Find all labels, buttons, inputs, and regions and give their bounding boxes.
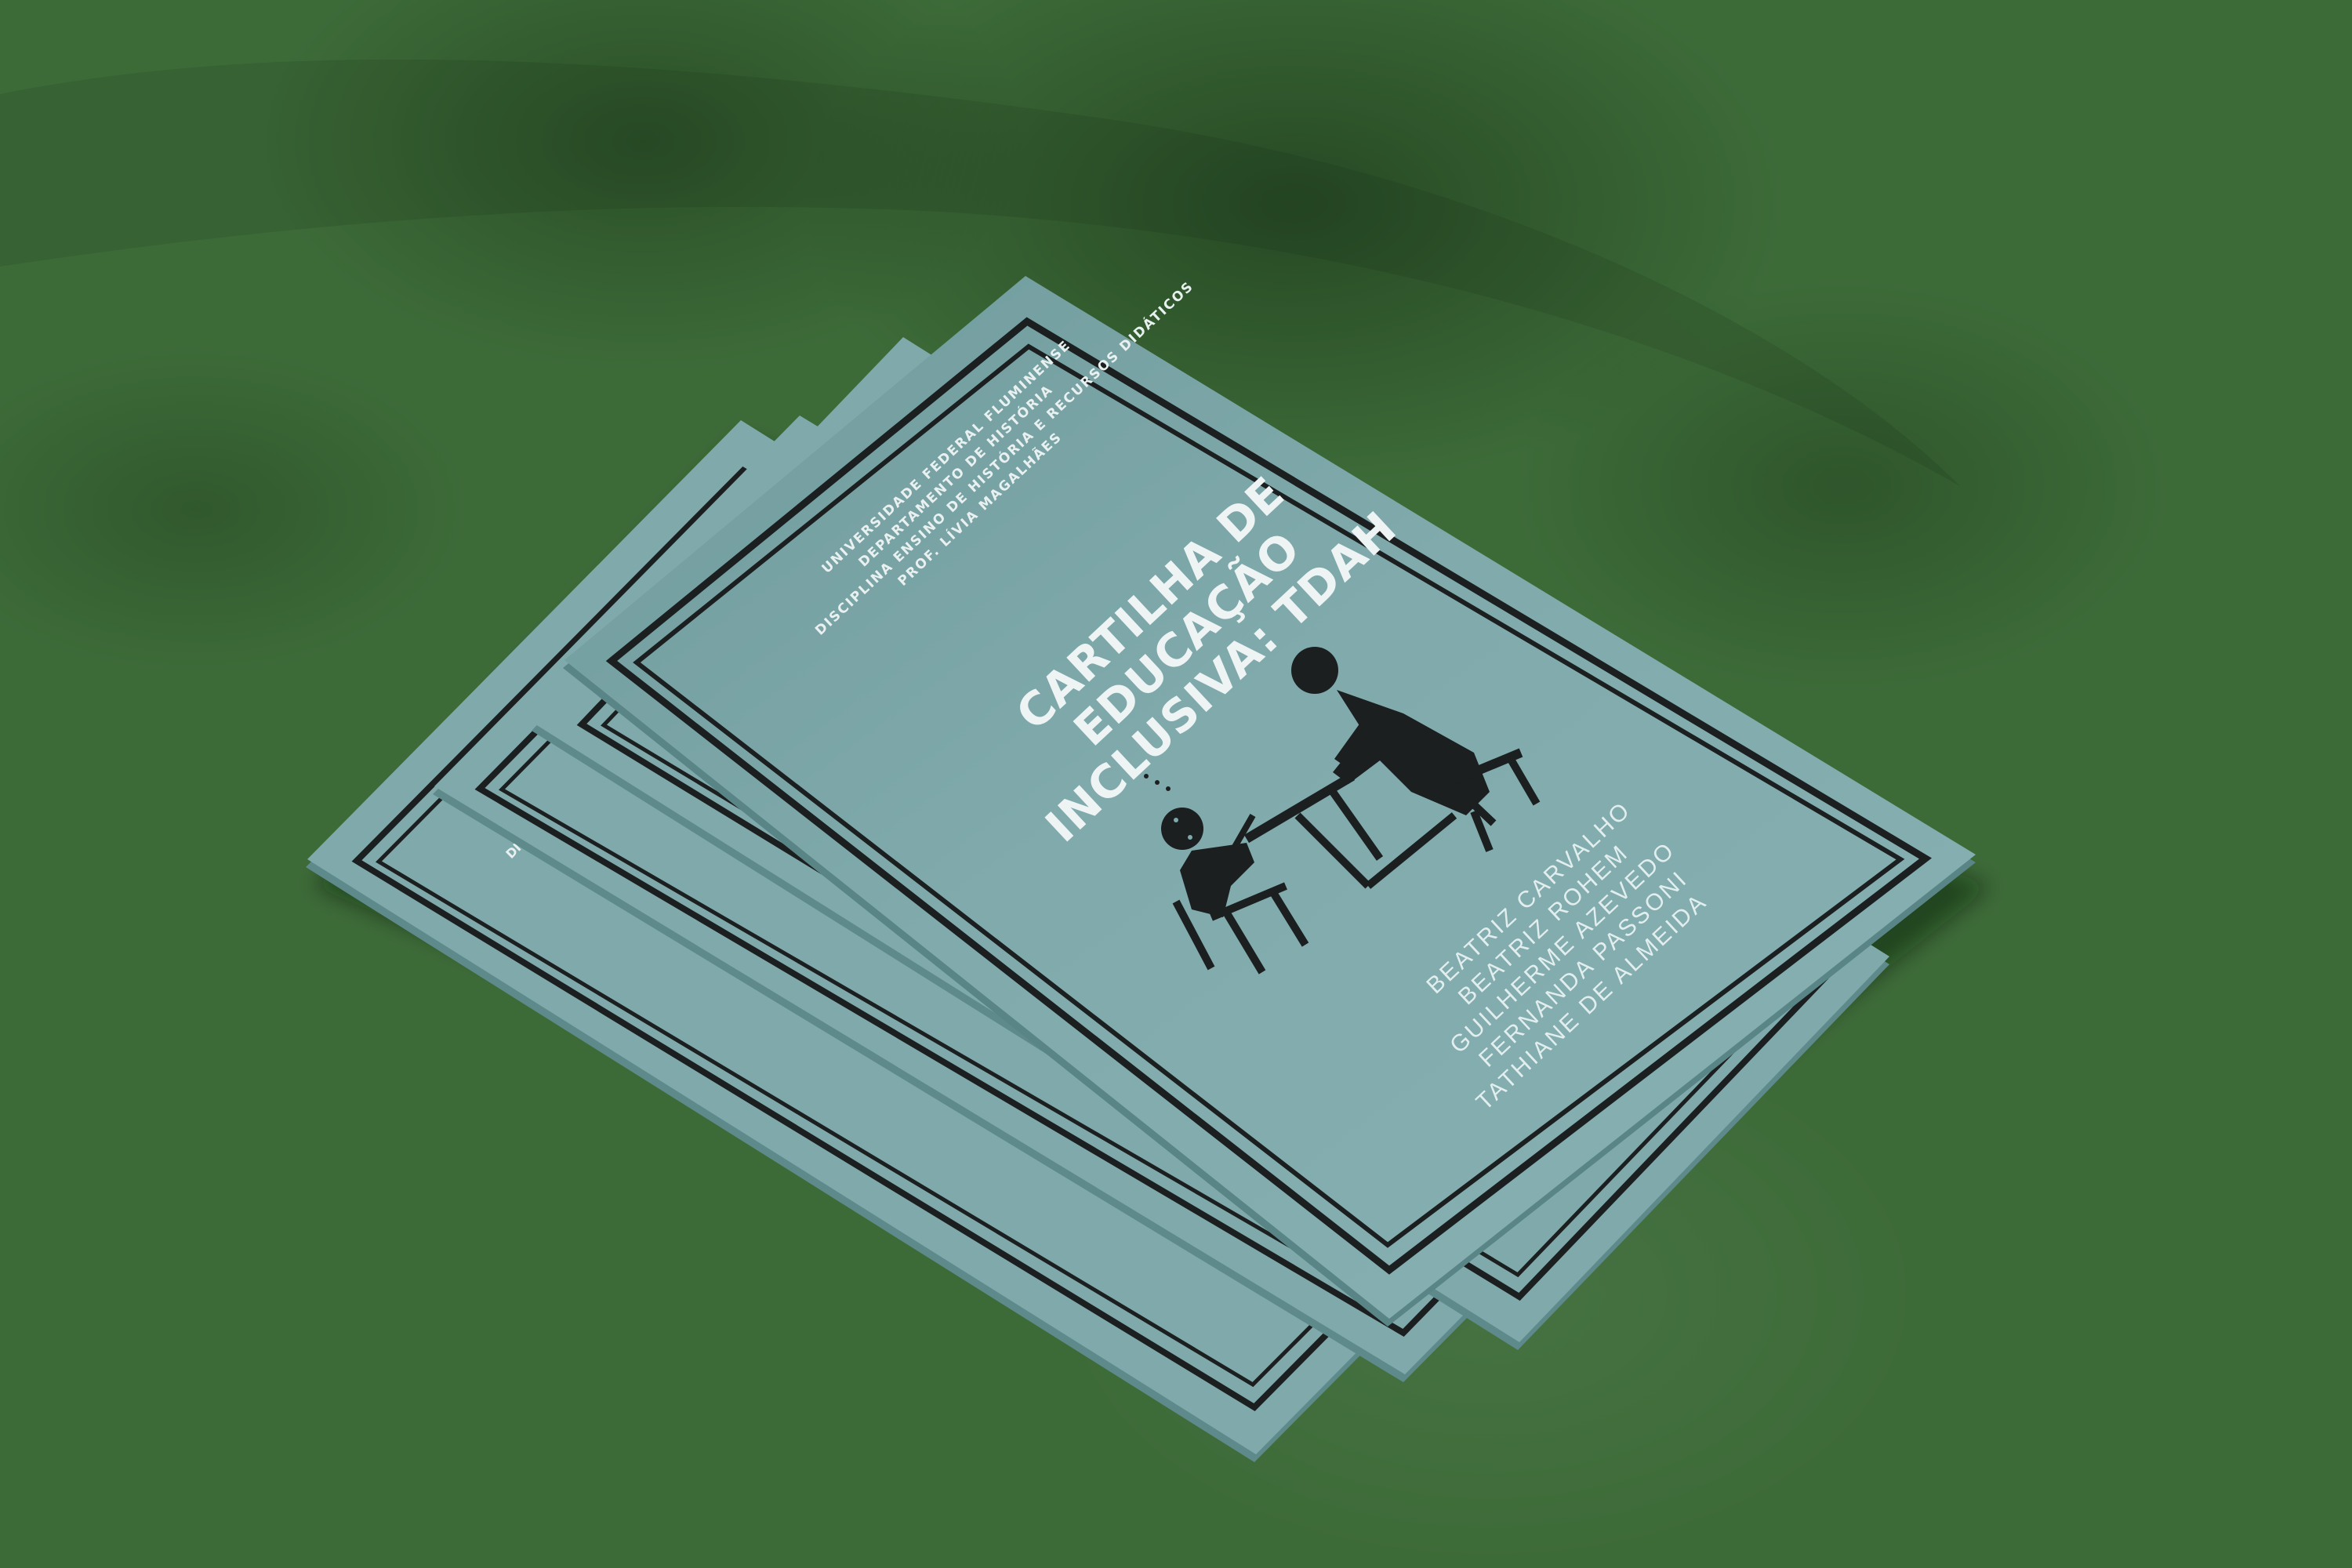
front-cover — [564, 276, 1976, 1319]
booklet-stack: DI DI UNIVERSIDADE FEDERAL FLUMINENSE DE — [0, 59, 1991, 1462]
booklet-top: UNIVERSIDADE FEDERAL FLUMINENSE DEPARTAM… — [563, 276, 1976, 1327]
green-surface-background: DI DI UNIVERSIDADE FEDERAL FLUMINENSE DE — [0, 0, 2352, 1568]
